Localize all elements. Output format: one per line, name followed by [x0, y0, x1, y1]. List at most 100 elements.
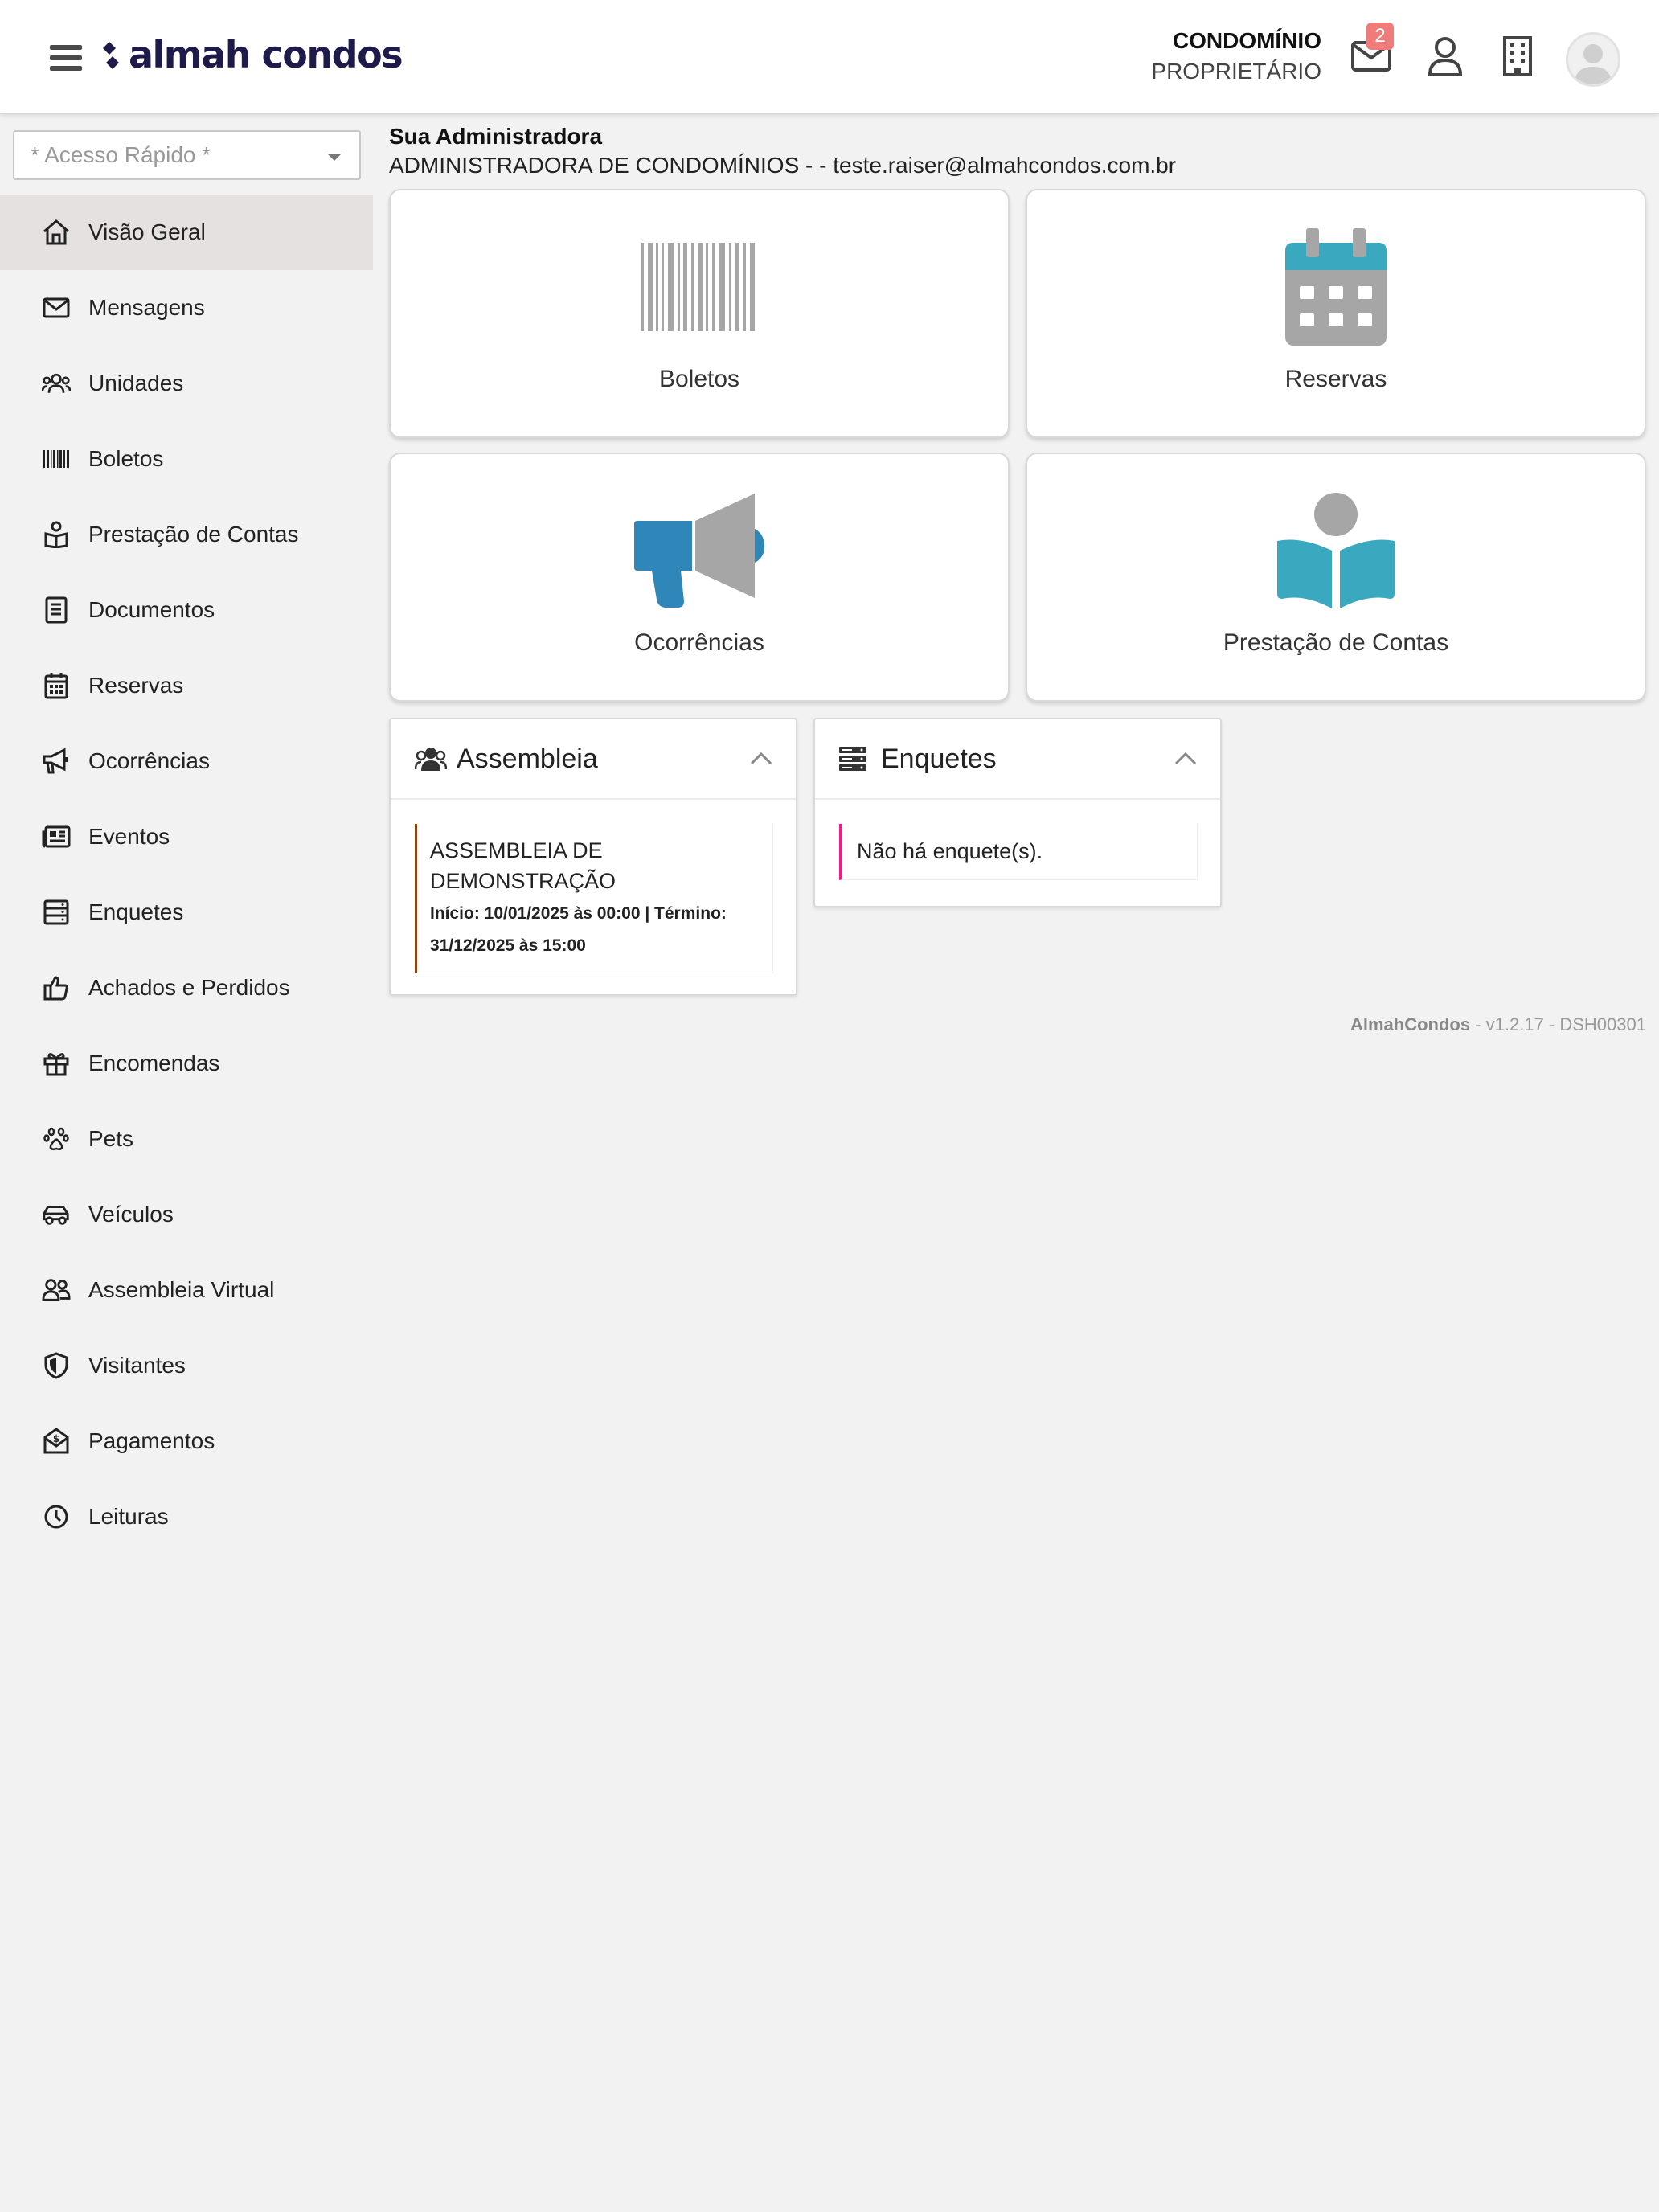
sidebar-item-unidades[interactable]: Unidades [0, 346, 373, 421]
car-icon [42, 1200, 71, 1229]
sidebar-item-visao-geral[interactable]: Visão Geral [0, 195, 373, 270]
caret-down-icon [327, 154, 342, 161]
barcode-icon [631, 231, 768, 343]
sidebar-item-ocorrencias[interactable]: Ocorrências [0, 723, 373, 799]
sidebar-item-label: Pets [88, 1126, 134, 1151]
book-user-icon [42, 520, 71, 549]
sidebar-item-veiculos[interactable]: Veículos [0, 1177, 373, 1252]
sidebar-item-label: Unidades [88, 371, 184, 395]
assembleia-item[interactable]: ASSEMBLEIA DE DEMONSTRAÇÃO Início: 10/01… [415, 824, 773, 973]
thumbs-up-icon [42, 973, 71, 1002]
unread-badge: 2 [1366, 23, 1394, 50]
home-icon [42, 218, 71, 247]
sidebar-item-label: Veículos [88, 1202, 174, 1227]
menu-icon[interactable] [50, 45, 82, 71]
sidebar-item-label: Documentos [88, 597, 215, 622]
server-icon [839, 745, 871, 772]
sidebar-item-leituras[interactable]: Leituras [0, 1479, 373, 1555]
footer-brand: AlmahCondos [1350, 1014, 1471, 1034]
admin-info: ADMINISTRADORA DE CONDOMÍNIOS - - teste.… [389, 153, 1177, 178]
sidebar-item-label: Mensagens [88, 295, 205, 320]
role-proprietario: PROPRIETÁRIO [1151, 59, 1321, 84]
sidebar-item-eventos[interactable]: Eventos [0, 799, 373, 875]
sidebar-item-label: Prestação de Contas [88, 522, 299, 547]
clock-icon [42, 1502, 71, 1531]
building-icon[interactable] [1492, 31, 1543, 82]
tile-label: Boletos [658, 366, 740, 392]
avatar[interactable] [1566, 32, 1620, 87]
envelope-icon [42, 293, 71, 322]
assembleia-item-dates: Início: 10/01/2025 às 00:00 | Término: 3… [430, 904, 727, 955]
gift-icon [42, 1049, 71, 1078]
tile-label: Ocorrências [634, 629, 764, 656]
document-icon [42, 596, 71, 625]
tile-ocorrencias[interactable]: Ocorrências [389, 453, 1010, 702]
sidebar-item-label: Leituras [88, 1504, 169, 1529]
tile-boletos[interactable]: Boletos [389, 189, 1010, 438]
sidebar-item-label: Pagamentos [88, 1428, 215, 1453]
sidebar-item-label: Reservas [88, 673, 184, 698]
chevron-up-icon[interactable] [1174, 750, 1198, 766]
quick-access-select[interactable]: * Acesso Rápido * [13, 130, 361, 180]
enquetes-empty-text: Não há enquete(s). [857, 839, 1043, 863]
sidebar-item-encomendas[interactable]: Encomendas [0, 1026, 373, 1101]
enquetes-header[interactable]: Enquetes [815, 719, 1220, 800]
logo[interactable]: almah condos [101, 31, 403, 79]
sidebar-item-mensagens[interactable]: Mensagens [0, 270, 373, 346]
sidebar-item-assembleia-virtual[interactable]: Assembleia Virtual [0, 1252, 373, 1328]
sidebar-item-achados-e-perdidos[interactable]: Achados e Perdidos [0, 950, 373, 1026]
sidebar-item-label: Visão Geral [88, 219, 206, 244]
paw-icon [42, 1124, 71, 1153]
reading-person-icon [1268, 493, 1404, 608]
assembleia-header[interactable]: Assembleia [391, 719, 796, 800]
quick-access-placeholder: * Acesso Rápido * [31, 142, 211, 167]
sidebar-item-documentos[interactable]: Documentos [0, 572, 373, 648]
barcode-icon [42, 444, 71, 473]
sidebar-menu: Visão Geral Mensagens Unidades Boletos P… [0, 195, 373, 1555]
sidebar-item-label: Visitantes [88, 1353, 186, 1378]
user-group-icon [415, 745, 447, 772]
role-condominio: CONDOMÍNIO [1172, 28, 1321, 53]
footer-version-text: - v1.2.17 - DSH00301 [1470, 1014, 1646, 1034]
top-header: almah condos CONDOMÍNIO PROPRIETÁRIO 2 [0, 0, 1659, 114]
sidebar-item-reservas[interactable]: Reservas [0, 648, 373, 723]
sidebar-item-pets[interactable]: Pets [0, 1101, 373, 1177]
sidebar-item-label: Encomendas [88, 1051, 220, 1075]
enquetes-panel: Enquetes Não há enquete(s). [813, 718, 1222, 907]
sidebar-item-label: Ocorrências [88, 748, 210, 773]
assembleia-panel: Assembleia ASSEMBLEIA DE DEMONSTRAÇÃO In… [389, 718, 797, 996]
logo-text: almah condos [129, 33, 403, 76]
sidebar-item-pagamentos[interactable]: $ Pagamentos [0, 1403, 373, 1479]
tile-label: Prestação de Contas [1223, 629, 1449, 656]
calendar-icon [42, 671, 71, 700]
logo-diamond-icon [103, 42, 119, 69]
user-group-icon [42, 1276, 71, 1305]
sidebar-item-label: Assembleia Virtual [88, 1277, 275, 1302]
chevron-up-icon[interactable] [749, 750, 773, 766]
server-icon [42, 898, 71, 927]
sidebar-item-enquetes[interactable]: Enquetes [0, 875, 373, 950]
enquetes-empty: Não há enquete(s). [839, 824, 1198, 880]
admin-title: Sua Administradora [389, 124, 603, 149]
assembleia-item-title: ASSEMBLEIA DE DEMONSTRAÇÃO [430, 838, 616, 893]
calendar-icon [1268, 228, 1404, 346]
sidebar-item-prestacao-de-contas[interactable]: Prestação de Contas [0, 497, 373, 572]
money-envelope-icon: $ [42, 1427, 71, 1456]
sidebar-item-label: Eventos [88, 824, 170, 849]
assembleia-title: Assembleia [457, 743, 598, 774]
megaphone-icon [631, 494, 768, 608]
users-icon [42, 369, 71, 398]
role-info: CONDOMÍNIO PROPRIETÁRIO [1151, 26, 1321, 87]
footer-version: AlmahCondos - v1.2.17 - DSH00301 [1350, 1014, 1646, 1035]
tile-reservas[interactable]: Reservas [1026, 189, 1646, 438]
tile-prestacao-de-contas[interactable]: Prestação de Contas [1026, 453, 1646, 702]
enquetes-title: Enquetes [881, 743, 997, 774]
newspaper-icon [42, 822, 71, 851]
sidebar-item-boletos[interactable]: Boletos [0, 421, 373, 497]
svg-text:$: $ [53, 1433, 59, 1444]
sidebar-item-label: Boletos [88, 446, 164, 471]
sidebar-item-label: Achados e Perdidos [88, 975, 290, 1000]
user-icon[interactable] [1419, 31, 1471, 82]
sidebar-item-visitantes[interactable]: Visitantes [0, 1328, 373, 1403]
shield-icon [42, 1351, 71, 1380]
